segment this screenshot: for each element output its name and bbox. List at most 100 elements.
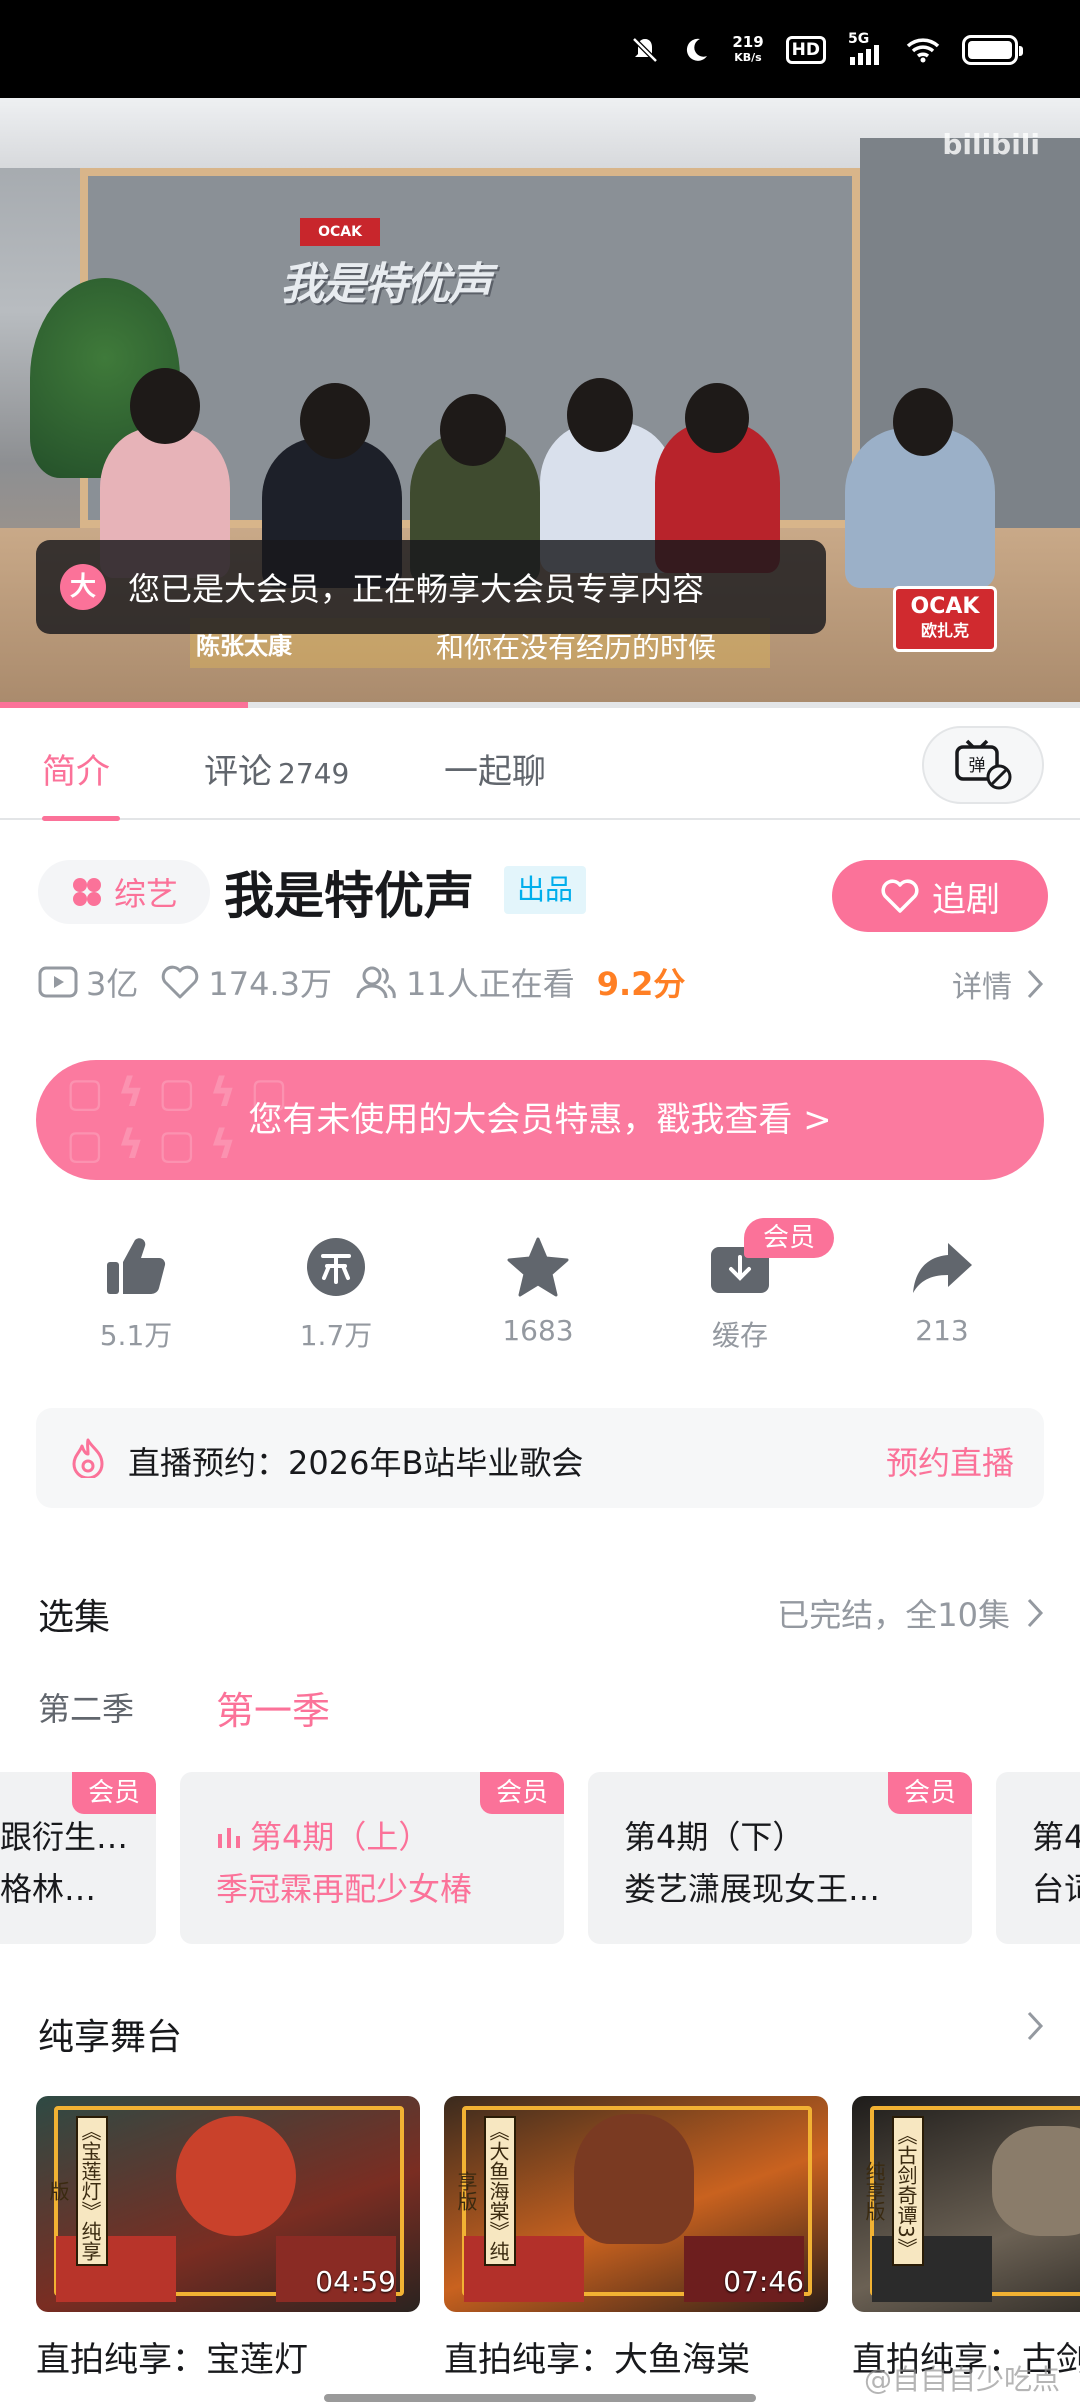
playing-icon: [218, 1828, 240, 1848]
stage-title: 直拍纯享：宝莲灯: [36, 2340, 308, 2380]
video-watermark: bilibili: [942, 128, 1040, 161]
stage-card[interactable]: 《宝莲灯》纯享版 04:59 直拍纯享：宝莲灯: [36, 2096, 420, 2381]
vip-toast-text: 您已是大会员，正在畅享大会员专享内容: [128, 570, 705, 608]
category-label: 综艺: [113, 875, 178, 913]
play-count-value: 3亿: [86, 965, 139, 1003]
chevron-right-icon: [1027, 1598, 1044, 1628]
stage-thumbnail: 《宝莲灯》纯享版 04:59: [36, 2096, 420, 2312]
stage-duration: 04:59: [315, 2265, 396, 2298]
download-vip-tag: 会员: [744, 1218, 834, 1258]
hd-icon: HD: [785, 36, 826, 64]
stages-more-link[interactable]: [1026, 2010, 1044, 2042]
mute-icon: [632, 37, 659, 63]
flame-icon: [72, 1438, 104, 1478]
show-title: 我是特优声: [224, 867, 474, 925]
stage-title: 直拍纯享：大鱼海棠: [444, 2340, 750, 2380]
like-count-label: 5.1万: [99, 1319, 173, 1352]
chevron-right-icon: [1027, 969, 1044, 999]
sponsor-subname: 欧扎克: [920, 621, 969, 640]
like-count-value: 174.3万: [208, 965, 332, 1003]
episode-card[interactable]: 会员 第4期（下） 娄艺潇展现女王…: [588, 1772, 972, 1944]
coin-count-label: 1.7万: [299, 1319, 373, 1352]
like-button[interactable]: 5.1万: [56, 1230, 216, 1354]
video-player[interactable]: OCAK 我是特优声 bilibili 陈张太康 和你在没有经历的时候 大 您已…: [0, 98, 1080, 708]
status-icons: 219 KB/s HD 5G: [630, 30, 1023, 70]
live-reservation-card[interactable]: 直播预约：2026年B站毕业歌会 预约直播: [36, 1408, 1044, 1508]
monkey-king-figure: [176, 2116, 296, 2236]
moon-icon: [687, 38, 708, 61]
favorite-button[interactable]: 1683: [458, 1230, 618, 1347]
chevron-right-icon: [1027, 2011, 1044, 2041]
tab-intro-label: 简介: [42, 752, 110, 792]
episode-vip-tag: 会员: [480, 1772, 564, 1814]
share-icon: [913, 1243, 972, 1293]
season-tab-1[interactable]: 第一季: [216, 1680, 330, 1735]
like-count: 174.3万: [160, 959, 332, 1005]
coin-icon: [307, 1238, 365, 1296]
tab-intro[interactable]: 简介: [42, 744, 110, 793]
cast-member-head: [567, 378, 633, 452]
live-reservation-text: 直播预约：2026年B站毕业歌会: [128, 1444, 584, 1482]
cast-member-head: [685, 383, 749, 453]
sign-brand: OCAK: [300, 218, 380, 246]
tab-bar: 简介 评论 2749 一起聊 弹: [0, 708, 1080, 821]
show-logo-sign: OCAK 我是特优声: [280, 218, 520, 318]
follow-label: 追剧: [932, 879, 1000, 920]
home-indicator[interactable]: [324, 2394, 756, 2402]
coin-button[interactable]: 1.7万: [256, 1230, 416, 1354]
network-speed-value: 219: [732, 33, 764, 51]
status-bar: 219 KB/s HD 5G: [0, 0, 1080, 98]
flower-icon: [72, 878, 101, 906]
episode-subtitle: 格林…: [0, 1870, 97, 1908]
score: 9.2分: [596, 965, 686, 1003]
season-tab-2[interactable]: 第二季: [38, 1684, 134, 1730]
reserve-live-button[interactable]: 预约直播: [886, 1438, 1014, 1484]
stage-thumbnail: 《古剑奇谭3》纯享版: [852, 2096, 1080, 2312]
anime-girl-figure: [574, 2114, 694, 2244]
stage-card[interactable]: 《大鱼海棠》纯享版 07:46 直拍纯享：大鱼海棠: [444, 2096, 828, 2381]
stage-card[interactable]: 《古剑奇谭3》纯享版 直拍纯享：古剑: [852, 2096, 1080, 2381]
battery-icon: [962, 35, 1023, 65]
watching-count-value: 11人正在看: [406, 965, 575, 1003]
warrior-figure: [992, 2126, 1080, 2236]
vip-promo-banner[interactable]: ▢ ϟ ▢ ϟ ▢ ▢ ϟ ▢ ϟ 您有未使用的大会员特惠，戳我查看 >: [36, 1060, 1044, 1180]
signal-icon: 5G: [848, 31, 884, 65]
favorite-count-label: 1683: [502, 1314, 574, 1347]
episode-card[interactable]: 会员 跟衍生… 格林…: [0, 1772, 156, 1944]
details-link[interactable]: 详情: [952, 962, 1044, 1006]
cast-member-head: [440, 394, 506, 466]
play-icon: [38, 966, 78, 998]
episode-card-current[interactable]: 会员 第4期（上） 季冠霖再配少女椿: [180, 1772, 564, 1944]
episode-subtitle: 季冠霖再配少女椿: [216, 1870, 473, 1908]
episode-card[interactable]: 第4 台词: [996, 1772, 1080, 1944]
danmaku-toggle-button[interactable]: 弹: [922, 726, 1044, 804]
tab-comments[interactable]: 评论 2749: [204, 744, 349, 793]
promo-text: 您有未使用的大会员特惠，戳我查看 >: [248, 1100, 832, 1140]
tab-chat[interactable]: 一起聊: [444, 744, 546, 793]
cast-member-head: [300, 383, 370, 459]
page-watermark: @自自自少吃点: [863, 2363, 1060, 2396]
heart-icon: [881, 879, 919, 913]
star-icon: [507, 1237, 569, 1297]
network-speed-unit: KB/s: [734, 51, 762, 64]
vip-icon: 大: [60, 564, 106, 610]
follow-button[interactable]: 追剧: [832, 860, 1048, 932]
episode-vip-tag: 会员: [72, 1772, 156, 1814]
episode-list: 会员 跟衍生… 格林… 会员 第4期（上） 季冠霖再配少女椿 会员 第4期（下）…: [0, 1772, 1080, 1948]
vip-toast: 大 您已是大会员，正在畅享大会员专享内容: [36, 540, 826, 634]
share-button[interactable]: 213: [862, 1230, 1022, 1347]
episode-subtitle: 娄艺潇展现女王…: [624, 1870, 881, 1908]
episode-vip-tag: 会员: [888, 1772, 972, 1814]
stage-badge: 《大鱼海棠》纯享版: [454, 2116, 516, 2266]
people-icon: [356, 966, 396, 999]
category-tag[interactable]: 综艺: [38, 860, 210, 924]
stage-duration: 07:46: [723, 2265, 804, 2298]
stats-row: 3亿 174.3万 11人正在看 9.2分: [38, 958, 707, 1006]
tab-comments-label: 评论: [204, 752, 272, 792]
thumbs-up-icon: [107, 1238, 166, 1295]
stages-title: 纯享舞台: [38, 2017, 183, 2058]
episodes-status-link[interactable]: 已完结，全10集: [777, 1590, 1044, 1636]
sponsor-name: OCAK: [910, 594, 980, 619]
cast-member-head: [130, 368, 200, 444]
episode-title: 第4期（上）: [216, 1812, 430, 1858]
